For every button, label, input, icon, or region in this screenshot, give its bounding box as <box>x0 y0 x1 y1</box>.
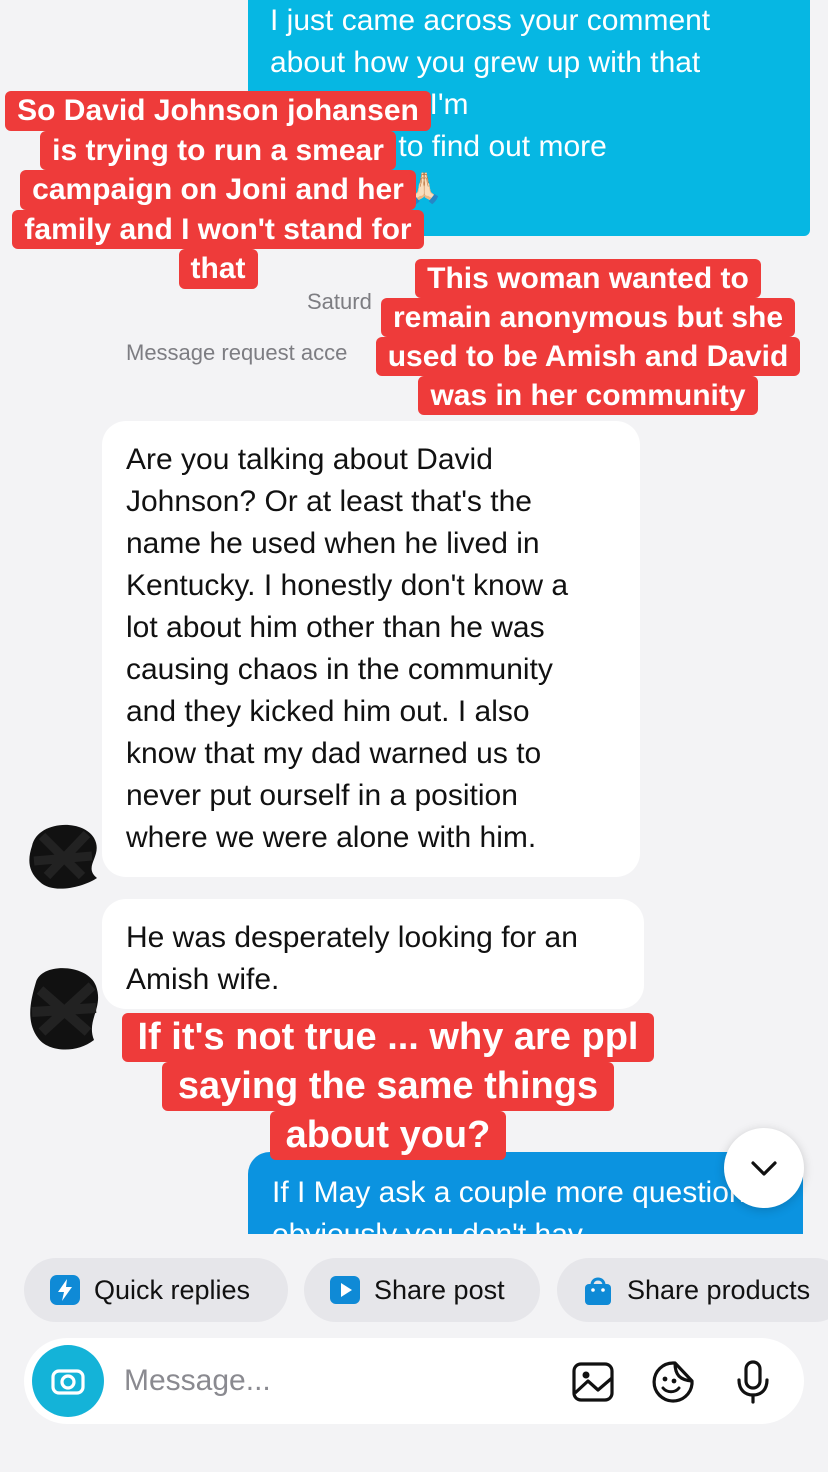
camera-button[interactable] <box>32 1345 104 1417</box>
caption-line: This woman wanted to <box>415 259 761 298</box>
caption-overlay-2: This woman wanted to remain anonymous bu… <box>368 259 808 415</box>
camera-icon <box>51 1369 85 1395</box>
received-message-bubble[interactable]: Are you talking about David Johnson? Or … <box>102 421 640 877</box>
caption-line: remain anonymous but she <box>380 298 796 337</box>
caption-line: is trying to run a smear <box>40 130 396 170</box>
message-input[interactable] <box>122 1358 546 1404</box>
avatar[interactable] <box>22 816 102 896</box>
image-icon[interactable] <box>570 1359 616 1405</box>
chevron-down-icon <box>751 1161 777 1176</box>
caption-line: So David Johnson johansen <box>5 91 431 131</box>
received-message-text: Are you talking about David Johnson? Or … <box>126 443 569 854</box>
lightning-icon <box>50 1275 80 1305</box>
avatar-2[interactable] <box>22 962 102 1054</box>
caption-line: campaign on Joni and her <box>20 170 416 210</box>
caption-line: saying the same things <box>161 1062 615 1111</box>
quick-replies-button[interactable]: Quick replies <box>24 1258 288 1322</box>
caption-line: about you? <box>269 1111 507 1160</box>
microphone-icon[interactable] <box>730 1359 776 1405</box>
caption-line: family and I won't stand for <box>12 209 424 249</box>
date-separator: Saturd <box>307 289 372 314</box>
share-post-label: Share post <box>374 1274 505 1305</box>
caption-overlay-3: If it's not true ... why are ppl saying … <box>98 1013 678 1160</box>
caption-line: If it's not true ... why are ppl <box>121 1013 655 1062</box>
caption-line: used to be Amish and David <box>375 337 801 376</box>
play-icon <box>330 1276 360 1304</box>
sticker-icon[interactable] <box>650 1359 696 1405</box>
share-products-label: Share products <box>627 1274 811 1305</box>
share-products-button[interactable]: Share products <box>557 1258 828 1322</box>
shopping-bag-icon <box>585 1277 611 1305</box>
scroll-down-button[interactable] <box>724 1128 804 1208</box>
message-request-notice: Message request acce <box>126 340 348 365</box>
caption-line: was in her community <box>418 376 758 415</box>
share-post-button[interactable]: Share post <box>304 1258 540 1322</box>
caption-line: that <box>178 249 258 289</box>
message-composer <box>24 1338 804 1424</box>
quick-replies-label: Quick replies <box>94 1274 251 1305</box>
received-message-text-2: He was desperately looking for an Amish … <box>126 921 578 996</box>
received-message-bubble-2[interactable]: He was desperately looking for an Amish … <box>102 899 644 1009</box>
